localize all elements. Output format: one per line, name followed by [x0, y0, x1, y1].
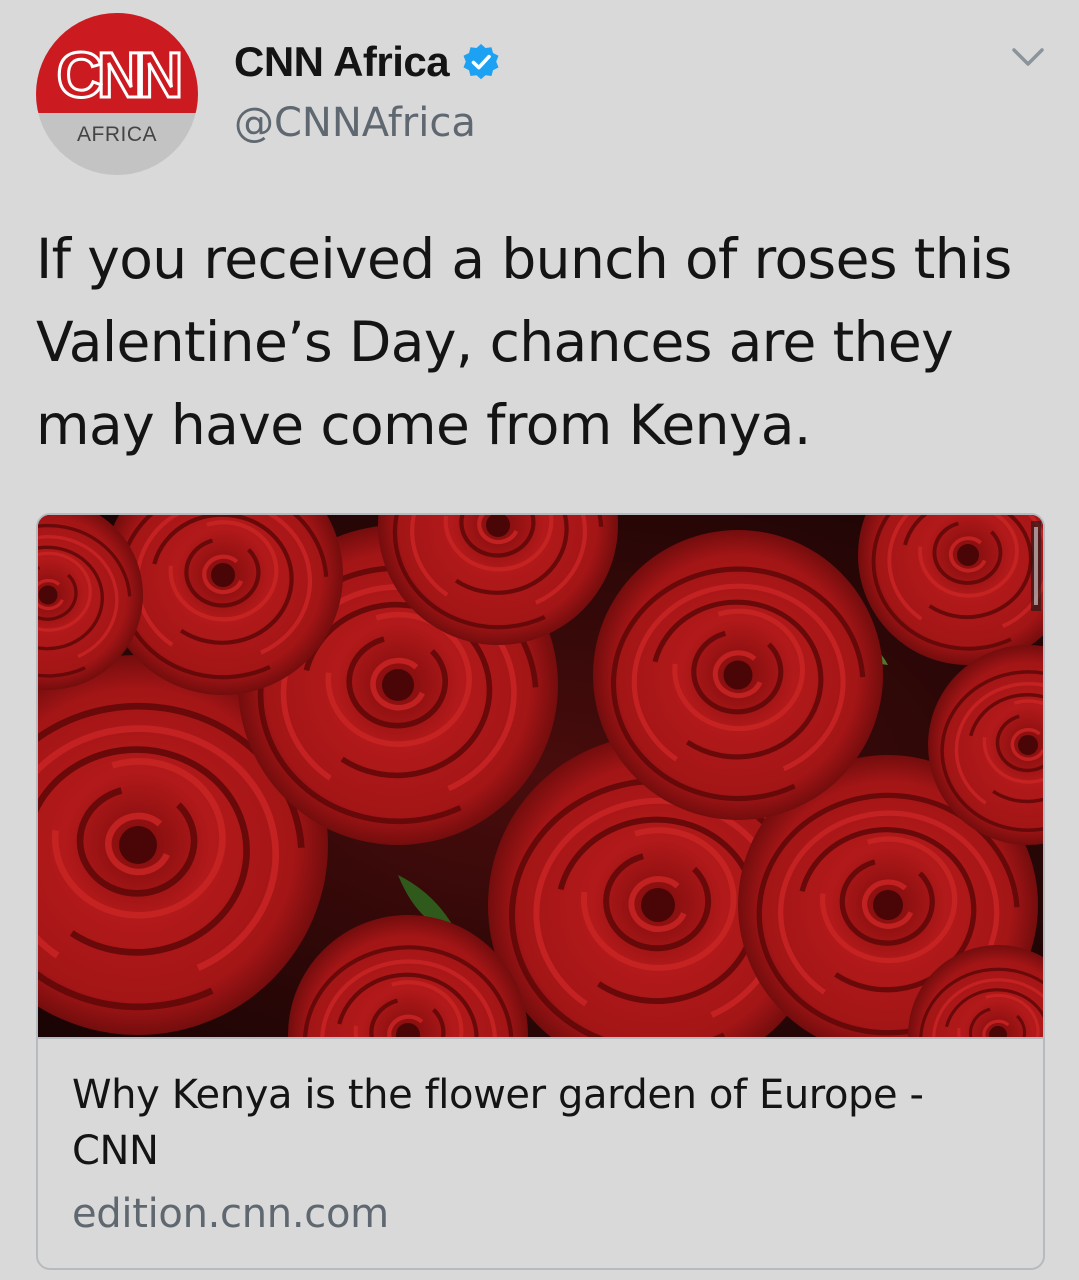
roses-photo — [38, 515, 1043, 1037]
account-handle[interactable]: @CNNAfrica — [234, 100, 476, 146]
tweet-text: If you received a bunch of roses this Va… — [36, 227, 1012, 457]
account-name-text: CNN Africa — [234, 38, 450, 85]
svg-text:CNN: CNN — [57, 39, 179, 107]
card-body[interactable]: Why Kenya is the flower garden of Europe… — [38, 1037, 1043, 1268]
cnn-logo-icon: CNN — [55, 38, 186, 108]
roses-image-icon — [38, 515, 1043, 1037]
account-name[interactable]: CNN Africa — [234, 38, 501, 86]
avatar-region-label: AFRICA — [76, 123, 157, 146]
chevron-down-icon[interactable] — [1010, 42, 1046, 72]
card-title: Why Kenya is the flower garden of Europe… — [72, 1072, 924, 1174]
avatar[interactable]: CNN AFRICA — [36, 13, 198, 175]
link-card[interactable]: Why Kenya is the flower garden of Europe… — [36, 513, 1045, 1270]
photo-credit-icon — [1031, 521, 1041, 611]
verified-badge-icon — [463, 44, 499, 80]
rose-shape — [593, 530, 883, 820]
card-domain: edition.cnn.com — [72, 1191, 389, 1237]
